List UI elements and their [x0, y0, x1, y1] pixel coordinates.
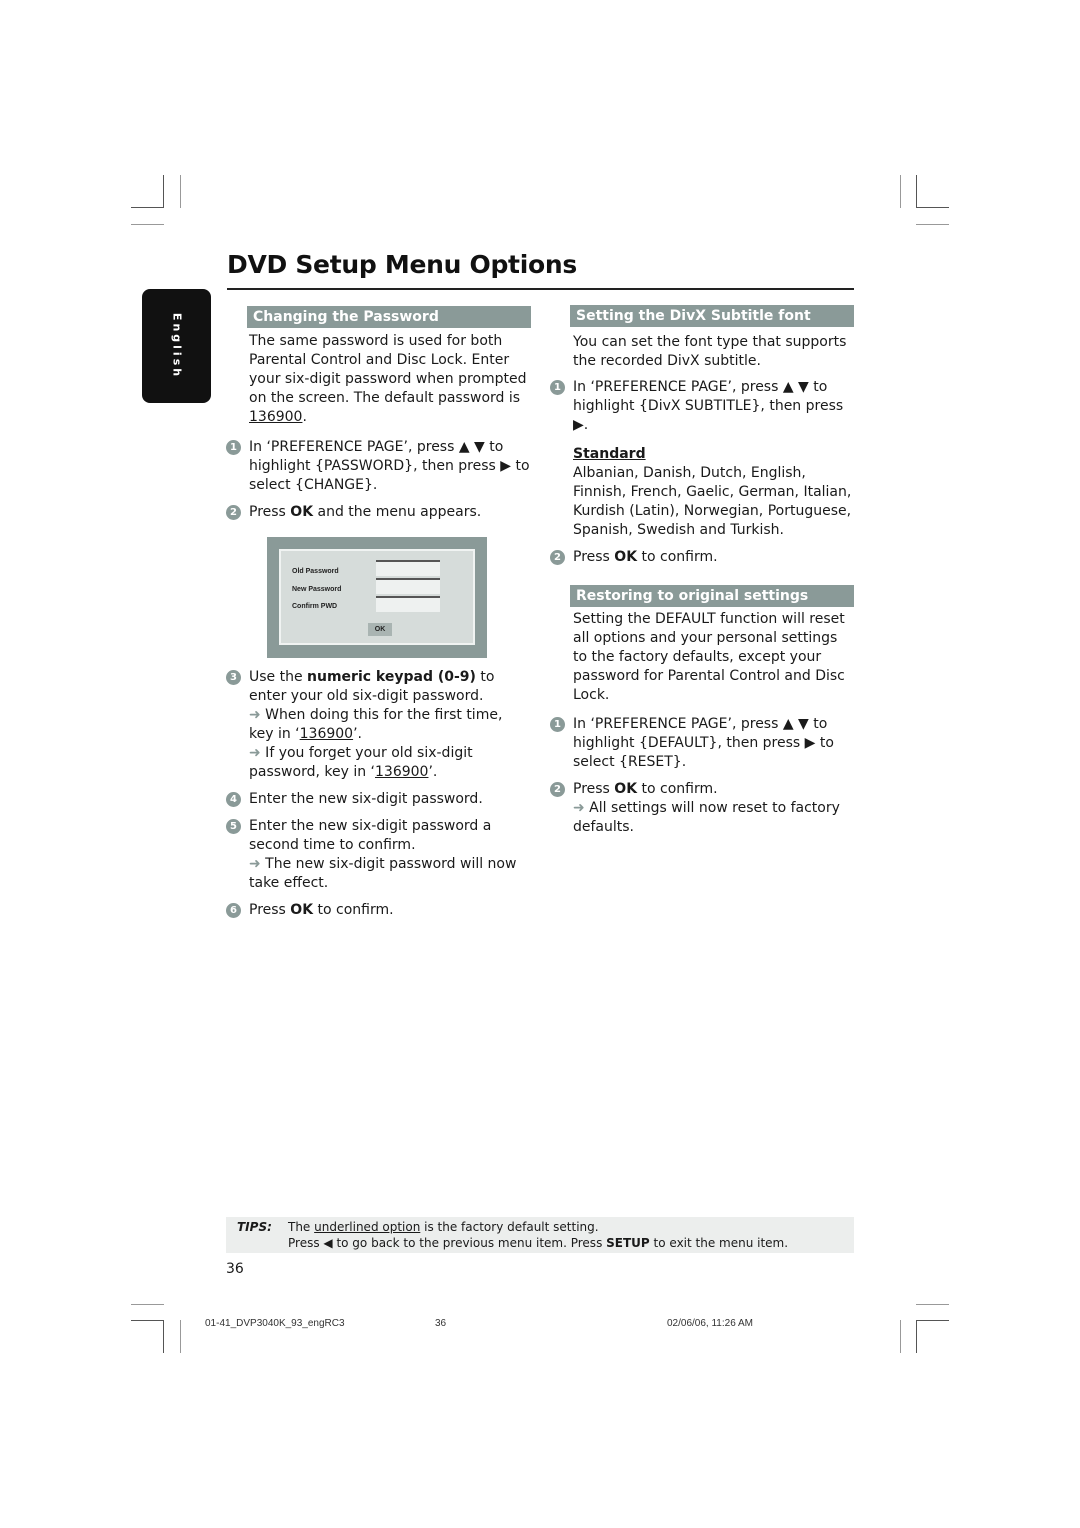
- footer-page: 36: [435, 1318, 447, 1329]
- new-password-label: New Password: [292, 586, 342, 593]
- step-2: 2 Press OK to confirm.: [550, 548, 854, 567]
- title-rule: [227, 288, 854, 290]
- standard-option-title: Standard: [573, 446, 646, 462]
- footer-timestamp: 02/06/06, 11:26 AM: [667, 1318, 753, 1329]
- old-password-field[interactable]: [376, 560, 440, 576]
- default-password: 136900: [249, 409, 303, 425]
- intro-text: Setting the DEFAULT function will reset …: [573, 611, 845, 703]
- divx-subtitle-section: Setting the DivX Subtitle font You can s…: [550, 305, 854, 567]
- step-6: 6 Press OK to confirm.: [226, 901, 531, 920]
- page-title: DVD Setup Menu Options: [227, 250, 577, 279]
- ok-button[interactable]: OK: [368, 623, 392, 636]
- step-2: 2 Press OK to confirm. ➜ All settings wi…: [550, 780, 854, 837]
- restore-settings-section: Restoring to original settings Setting t…: [550, 585, 854, 837]
- crop-mark: [900, 175, 901, 208]
- new-password-field[interactable]: [376, 578, 440, 594]
- crop-mark: [131, 1304, 164, 1305]
- step-1: 1 In ‘PREFERENCE PAGE’, press ▲ ▼ to hig…: [550, 378, 854, 435]
- step-4: 4 Enter the new six-digit password.: [226, 790, 531, 809]
- step-3: 3 Use the numeric keypad (0-9) to enter …: [226, 668, 531, 782]
- step-number-icon: 4: [226, 792, 241, 807]
- step-number-icon: 3: [226, 670, 241, 685]
- step-2: 2 Press OK and the menu appears.: [226, 503, 531, 522]
- old-password-label: Old Password: [292, 568, 339, 575]
- arrow-right-icon: ➜: [249, 707, 261, 723]
- step-1: 1 In ‘PREFERENCE PAGE’, press ▲ ▼ to hig…: [550, 715, 854, 772]
- crop-mark: [163, 1320, 164, 1353]
- arrow-right-icon: ➜: [573, 800, 585, 816]
- step-number-icon: 1: [550, 380, 565, 395]
- confirm-pwd-field[interactable]: [376, 596, 440, 612]
- step-number-icon: 2: [550, 782, 565, 797]
- crop-mark: [131, 224, 164, 225]
- crop-mark: [916, 175, 917, 208]
- step-number-icon: 2: [226, 505, 241, 520]
- section-header: Setting the DivX Subtitle font: [570, 305, 854, 327]
- crop-mark: [131, 1320, 164, 1321]
- step-number-icon: 6: [226, 903, 241, 918]
- standard-option: Standard Albanian, Danish, Dutch, Englis…: [573, 445, 854, 540]
- step-number-icon: 1: [226, 440, 241, 455]
- crop-mark: [916, 224, 949, 225]
- crop-mark: [163, 175, 164, 208]
- changing-password-steps: 3 Use the numeric keypad (0-9) to enter …: [226, 668, 531, 920]
- confirm-pwd-label: Confirm PWD: [292, 603, 338, 610]
- tips-label: TIPS:: [237, 1220, 272, 1234]
- password-dialog: Old Password New Password Confirm PWD OK: [279, 549, 475, 645]
- crop-mark: [916, 207, 949, 208]
- tips-line-2: Press ◀ to go back to the previous menu …: [288, 1236, 789, 1250]
- crop-mark: [180, 1320, 181, 1353]
- crop-mark: [916, 1320, 949, 1321]
- password-dialog-illustration: Old Password New Password Confirm PWD OK: [267, 537, 487, 658]
- tips-line-1: The underlined option is the factory def…: [288, 1220, 599, 1234]
- step-5: 5 Enter the new six-digit password a sec…: [226, 817, 531, 893]
- intro-text: The same password is used for both Paren…: [249, 333, 527, 425]
- crop-mark: [916, 1304, 949, 1305]
- crop-mark: [916, 1320, 917, 1353]
- step-number-icon: 5: [226, 819, 241, 834]
- footer-filename: 01-41_DVP3040K_93_engRC3: [205, 1318, 345, 1329]
- step-1: 1 In ‘PREFERENCE PAGE’, press ▲ ▼ to hig…: [226, 438, 531, 495]
- language-tab-label: English: [170, 312, 183, 380]
- section-header: Changing the Password: [247, 306, 531, 328]
- changing-password-section: Changing the Password The same password …: [226, 306, 531, 522]
- crop-mark: [900, 1320, 901, 1353]
- language-tab: English: [142, 289, 211, 403]
- section-header: Restoring to original settings: [570, 585, 854, 607]
- page-number: 36: [226, 1261, 244, 1277]
- standard-option-languages: Albanian, Danish, Dutch, English, Finnis…: [573, 465, 852, 538]
- crop-mark: [131, 207, 164, 208]
- tips-box: TIPS: The underlined option is the facto…: [226, 1217, 854, 1253]
- arrow-right-icon: ➜: [249, 856, 261, 872]
- intro-text: You can set the font type that supports …: [573, 334, 847, 369]
- step-number-icon: 1: [550, 717, 565, 732]
- step-number-icon: 2: [550, 550, 565, 565]
- crop-mark: [180, 175, 181, 208]
- arrow-right-icon: ➜: [249, 745, 261, 761]
